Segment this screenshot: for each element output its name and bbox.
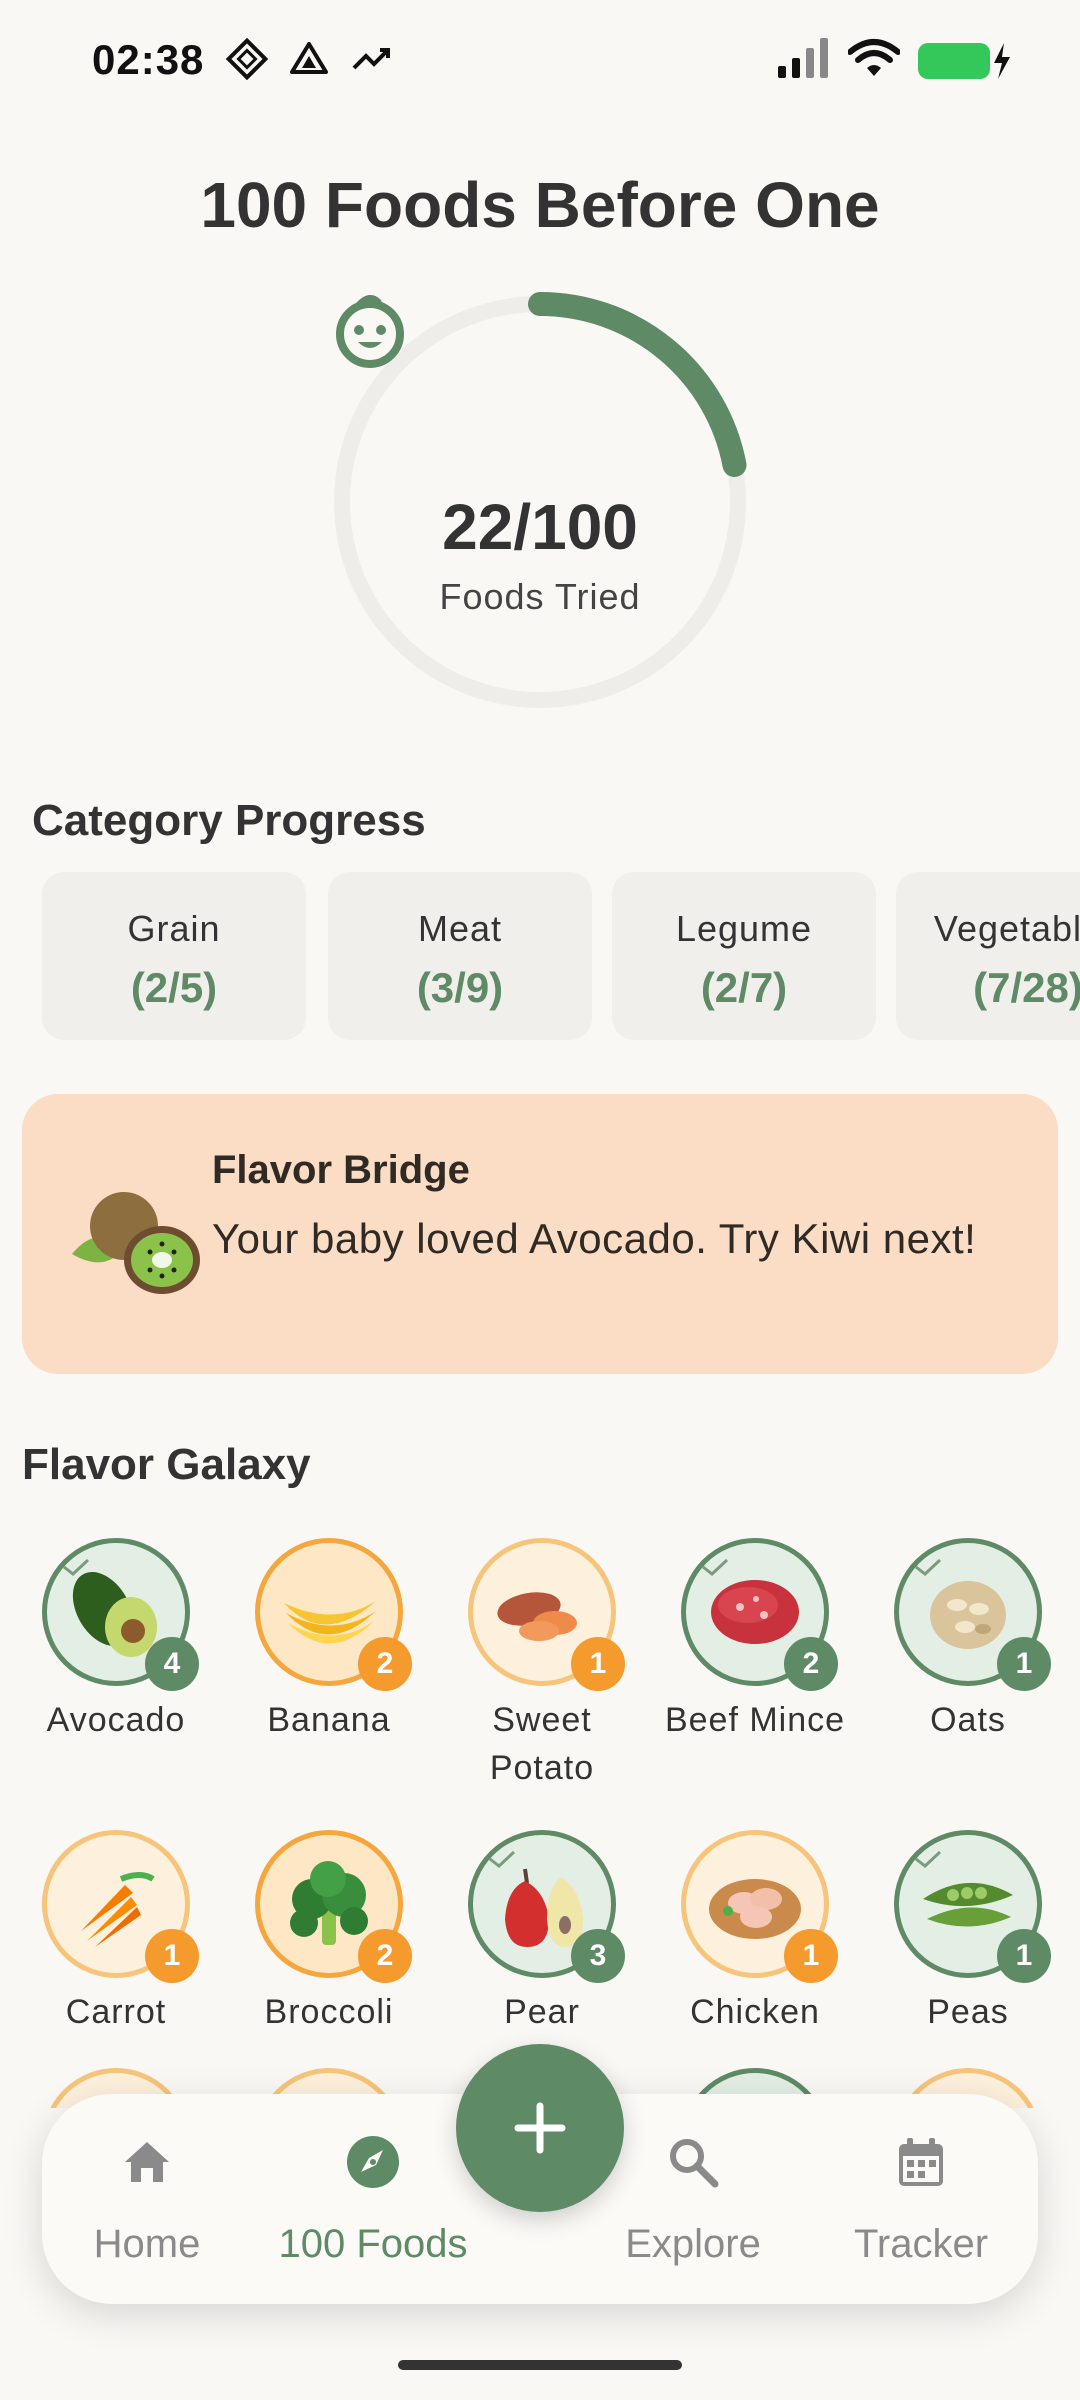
compass-icon bbox=[347, 2136, 399, 2188]
battery-icon bbox=[918, 42, 1010, 79]
food-name: Beef Mince bbox=[664, 1701, 846, 1739]
category-progress-heading: Category Progress bbox=[32, 796, 426, 845]
food-circle: 1 bbox=[468, 1538, 625, 1691]
food-item-chicken[interactable]: 1 Chicken bbox=[649, 1830, 861, 2036]
check-icon bbox=[702, 1558, 729, 1576]
food-circle: 3 bbox=[468, 1830, 625, 1983]
food-name: Chicken bbox=[690, 1993, 820, 2031]
status-icons-right bbox=[776, 38, 1010, 83]
food-item-banana[interactable]: 2 Banana bbox=[223, 1538, 435, 1744]
food-name: Pear bbox=[504, 1993, 580, 2031]
food-name: Avocado bbox=[46, 1701, 186, 1739]
status-bar: 02:38 bbox=[0, 0, 1080, 124]
drive-icon bbox=[288, 38, 330, 80]
food-count-badge: 1 bbox=[997, 1637, 1051, 1691]
category-name: Grain bbox=[127, 908, 221, 949]
category-card-legume[interactable]: Legume (2/7) bbox=[612, 872, 876, 1040]
flavor-galaxy-heading: Flavor Galaxy bbox=[22, 1440, 311, 1489]
flavor-bridge-card[interactable]: Flavor Bridge Your baby loved Avocado. T… bbox=[22, 1094, 1058, 1374]
status-time: 02:38 bbox=[92, 36, 205, 83]
food-circle: 2 bbox=[255, 1538, 412, 1691]
food-count-badge: 1 bbox=[784, 1929, 838, 1983]
category-progress-row[interactable]: Grain (2/5) Meat (3/9) Legume (2/7) Vege… bbox=[42, 872, 1080, 1040]
flavor-bridge-text: Your baby loved Avocado. Try Kiwi next! bbox=[212, 1215, 977, 1262]
flavor-bridge-title: Flavor Bridge bbox=[212, 1148, 470, 1192]
nav-label: Home bbox=[93, 2222, 201, 2266]
signal-icon bbox=[776, 38, 830, 83]
food-count-badge: 1 bbox=[571, 1637, 625, 1691]
category-card-grain[interactable]: Grain (2/5) bbox=[42, 872, 306, 1040]
calendar-icon bbox=[899, 2138, 943, 2186]
food-circle: 1 bbox=[42, 1830, 199, 1983]
food-count-badge: 2 bbox=[358, 1929, 412, 1983]
nav-item-explore[interactable]: Explore bbox=[598, 2134, 788, 2267]
baby-face-icon bbox=[336, 295, 404, 368]
category-count: (2/7) bbox=[700, 964, 788, 1011]
category-card-vegetables[interactable]: Vegetables (7/28) bbox=[896, 872, 1080, 1040]
nav-item-home[interactable]: Home bbox=[52, 2134, 242, 2267]
food-item-sweet-potato[interactable]: 1 Sweet Potato bbox=[436, 1538, 648, 1792]
category-count: (2/5) bbox=[130, 964, 218, 1011]
page-title: 100 Foods Before One bbox=[200, 169, 880, 241]
food-item-avocado[interactable]: 4 Avocado bbox=[10, 1538, 222, 1744]
food-count-badge: 2 bbox=[784, 1637, 838, 1691]
check-icon bbox=[915, 1558, 942, 1576]
kiwi-image bbox=[72, 1192, 200, 1294]
plus-icon bbox=[514, 2102, 566, 2154]
category-name: Legume bbox=[675, 908, 813, 949]
home-icon bbox=[125, 2142, 169, 2182]
food-name: Carrot bbox=[65, 1993, 167, 2031]
food-count-badge: 2 bbox=[358, 1637, 412, 1691]
progress-ring: 22/100 Foods Tried bbox=[330, 292, 750, 712]
food-name: Banana bbox=[267, 1701, 391, 1739]
category-card-meat[interactable]: Meat (3/9) bbox=[328, 872, 592, 1040]
status-icons-left bbox=[225, 37, 392, 81]
food-count-badge: 4 bbox=[145, 1637, 199, 1691]
add-food-button[interactable] bbox=[456, 2044, 624, 2212]
food-count-badge: 3 bbox=[571, 1929, 625, 1983]
food-item-oats[interactable]: 1 Oats bbox=[862, 1538, 1074, 1744]
home-indicator[interactable] bbox=[398, 2360, 682, 2370]
search-icon bbox=[670, 2139, 719, 2188]
category-count: (7/28) bbox=[973, 964, 1080, 1011]
nav-item-tracker[interactable]: Tracker bbox=[826, 2134, 1016, 2267]
food-circle: 1 bbox=[894, 1538, 1051, 1691]
food-circle: 2 bbox=[255, 1830, 412, 1983]
food-name: Peas bbox=[927, 1993, 1009, 2031]
foods-tried-count: 22/100 bbox=[442, 491, 638, 563]
food-name: Oats bbox=[930, 1701, 1006, 1739]
trend-icon bbox=[350, 38, 392, 80]
food-circle: 1 bbox=[894, 1830, 1051, 1983]
foods-tried-label: Foods Tried bbox=[439, 576, 641, 617]
food-circle: 2 bbox=[681, 1538, 838, 1691]
check-icon bbox=[915, 1850, 942, 1868]
check-icon bbox=[63, 1558, 90, 1576]
food-count-badge: 1 bbox=[997, 1929, 1051, 1983]
wifi-icon bbox=[847, 38, 901, 83]
check-icon bbox=[489, 1850, 516, 1868]
category-name: Vegetables bbox=[933, 908, 1080, 949]
nfc-icon bbox=[225, 37, 269, 81]
food-item-beef-mince[interactable]: 2 Beef Mince bbox=[649, 1538, 861, 1744]
nav-label: 100 Foods bbox=[278, 2222, 468, 2266]
food-item-pear[interactable]: 3 Pear bbox=[436, 1830, 648, 2036]
food-item-broccoli[interactable]: 2 Broccoli bbox=[223, 1830, 435, 2036]
food-circle: 1 bbox=[681, 1830, 838, 1983]
food-name: Broccoli bbox=[264, 1993, 394, 2031]
food-circle: 4 bbox=[42, 1538, 199, 1691]
category-count: (3/9) bbox=[416, 964, 504, 1011]
food-item-carrot[interactable]: 1 Carrot bbox=[10, 1830, 222, 2036]
food-item-peas[interactable]: 1 Peas bbox=[862, 1830, 1074, 2036]
nav-label: Explore bbox=[625, 2222, 761, 2266]
food-count-badge: 1 bbox=[145, 1929, 199, 1983]
category-name: Meat bbox=[417, 908, 503, 949]
food-name: Sweet Potato bbox=[489, 1701, 595, 1787]
nav-item-100-foods[interactable]: 100 Foods bbox=[278, 2134, 468, 2267]
nav-label: Tracker bbox=[853, 2222, 989, 2266]
